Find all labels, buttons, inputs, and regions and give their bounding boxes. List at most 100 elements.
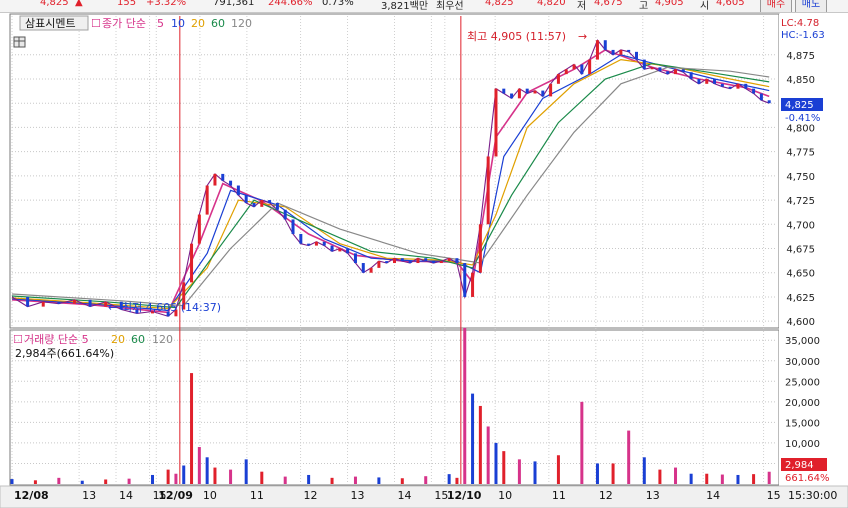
volume-bar[interactable]	[307, 474, 311, 484]
volume-bar[interactable]	[595, 463, 599, 484]
price-candle[interactable]	[494, 88, 498, 157]
price-candle[interactable]	[338, 248, 342, 252]
price-candle[interactable]	[658, 67, 662, 72]
volume-bar[interactable]	[486, 426, 490, 484]
price-candle[interactable]	[307, 243, 311, 246]
price-candle[interactable]	[697, 78, 701, 84]
vol-ma120-legend[interactable]: 120	[152, 333, 173, 346]
price-candle[interactable]	[190, 243, 194, 283]
volume-bar[interactable]	[213, 467, 217, 484]
price-candle[interactable]	[713, 78, 717, 84]
price-candle[interactable]	[541, 90, 545, 97]
volume-bar[interactable]	[400, 478, 404, 484]
price-candle[interactable]	[400, 258, 404, 262]
volume-bar[interactable]	[642, 457, 646, 484]
volume-bar[interactable]	[190, 373, 194, 484]
price-candle[interactable]	[385, 261, 389, 264]
price-candle[interactable]	[26, 296, 30, 307]
price-candle[interactable]	[291, 219, 295, 234]
stock-chart[interactable]: 4,875 4,850 4,825 4,800 4,775 4,750 4,725 4,700…	[0, 12, 848, 508]
volume-bar[interactable]	[33, 480, 37, 484]
price-candle[interactable]	[244, 195, 248, 203]
price-candle[interactable]	[674, 69, 678, 75]
price-candle[interactable]	[463, 263, 467, 297]
volume-bar[interactable]	[580, 401, 584, 484]
ma10-legend[interactable]: 10	[171, 17, 185, 30]
volume-bar[interactable]	[705, 473, 709, 484]
volume-bar[interactable]	[471, 393, 475, 484]
price-candle[interactable]	[478, 224, 482, 273]
volume-bar[interactable]	[658, 469, 662, 484]
price-candle[interactable]	[314, 241, 318, 246]
price-candle[interactable]	[603, 40, 607, 50]
price-candle[interactable]	[275, 202, 279, 210]
price-candle[interactable]	[432, 261, 436, 264]
volume-bar[interactable]	[463, 327, 467, 484]
price-candle[interactable]	[205, 185, 209, 215]
price-candle[interactable]	[611, 49, 615, 55]
ma5-legend[interactable]: 5	[157, 17, 164, 30]
price-candle[interactable]	[634, 51, 638, 60]
price-candle[interactable]	[229, 180, 233, 186]
price-candle[interactable]	[252, 202, 256, 207]
price-candle[interactable]	[330, 245, 334, 252]
price-candle[interactable]	[213, 173, 217, 186]
price-candle[interactable]	[439, 261, 443, 264]
ma20-legend[interactable]: 20	[191, 17, 205, 30]
volume-bar[interactable]	[151, 474, 155, 484]
volume-bar[interactable]	[627, 430, 631, 484]
price-candle[interactable]	[705, 78, 709, 84]
price-candle[interactable]	[728, 86, 732, 89]
price-candle[interactable]	[619, 49, 623, 55]
price-candle[interactable]	[236, 185, 240, 196]
price-candle[interactable]	[564, 69, 568, 75]
volume-bar[interactable]	[244, 459, 248, 484]
volume-bar[interactable]	[127, 478, 131, 484]
price-candle[interactable]	[549, 83, 553, 97]
volume-bar[interactable]	[353, 476, 357, 484]
price-candle[interactable]	[322, 241, 326, 246]
ma120-legend[interactable]: 120	[231, 17, 252, 30]
vol-ma60-legend[interactable]: 60	[131, 333, 145, 346]
volume-panel[interactable]	[9, 329, 780, 486]
price-candle[interactable]	[595, 40, 599, 60]
price-candle[interactable]	[72, 299, 76, 304]
price-candle[interactable]	[393, 258, 396, 264]
volume-bar[interactable]	[205, 457, 209, 484]
volume-bar[interactable]	[494, 442, 498, 484]
price-candle[interactable]	[471, 272, 475, 297]
price-candle[interactable]	[642, 59, 646, 70]
price-candle[interactable]	[408, 261, 412, 264]
price-candle[interactable]	[517, 88, 521, 99]
price-candle[interactable]	[455, 258, 459, 264]
volume-bar[interactable]	[377, 477, 381, 484]
volume-bar[interactable]	[533, 461, 537, 484]
price-candle[interactable]	[424, 258, 428, 262]
price-candle[interactable]	[556, 74, 560, 84]
price-candle[interactable]	[767, 100, 771, 104]
volume-bar[interactable]	[455, 477, 459, 484]
volume-bar[interactable]	[330, 477, 334, 484]
price-candle[interactable]	[752, 88, 756, 94]
volume-bar[interactable]	[10, 479, 14, 484]
price-candle[interactable]	[689, 72, 693, 79]
price-candle[interactable]	[627, 49, 631, 52]
price-candle[interactable]	[502, 88, 506, 94]
volume-bar[interactable]	[556, 455, 560, 484]
price-candle[interactable]	[260, 200, 264, 207]
price-candle[interactable]	[580, 64, 584, 75]
vol-ma20-legend[interactable]: 20	[111, 333, 125, 346]
price-candle[interactable]	[268, 200, 272, 203]
volume-bar[interactable]	[283, 476, 287, 484]
volume-bar[interactable]	[689, 473, 693, 484]
volume-bar[interactable]	[166, 469, 170, 484]
volume-bar[interactable]	[174, 473, 178, 484]
price-candle[interactable]	[41, 301, 45, 307]
volume-bar[interactable]	[260, 471, 264, 484]
price-candle[interactable]	[525, 88, 529, 94]
ma60-legend[interactable]: 60	[211, 17, 225, 30]
price-candle[interactable]	[666, 71, 670, 75]
price-candle[interactable]	[104, 301, 108, 307]
volume-bar[interactable]	[674, 467, 678, 484]
price-candle[interactable]	[447, 258, 451, 262]
